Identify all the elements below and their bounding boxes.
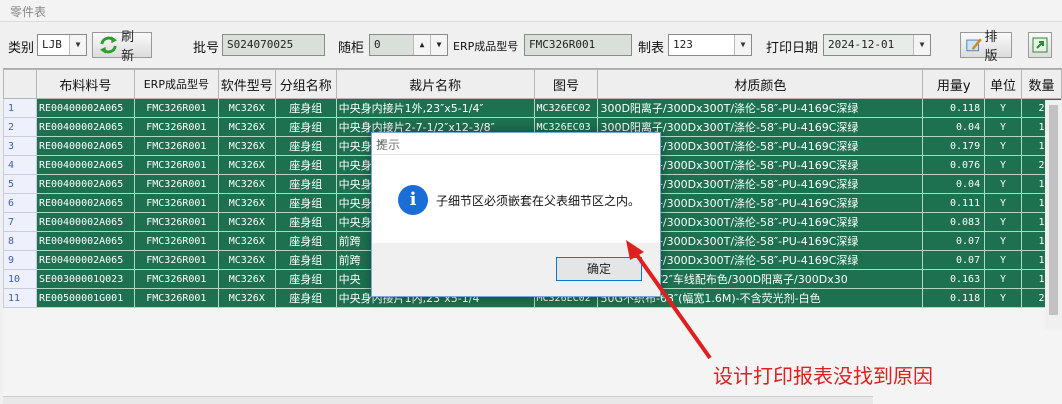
annotation-arrow: [626, 240, 712, 360]
annotation-text: 设计打印报表没找到原因: [713, 364, 933, 388]
